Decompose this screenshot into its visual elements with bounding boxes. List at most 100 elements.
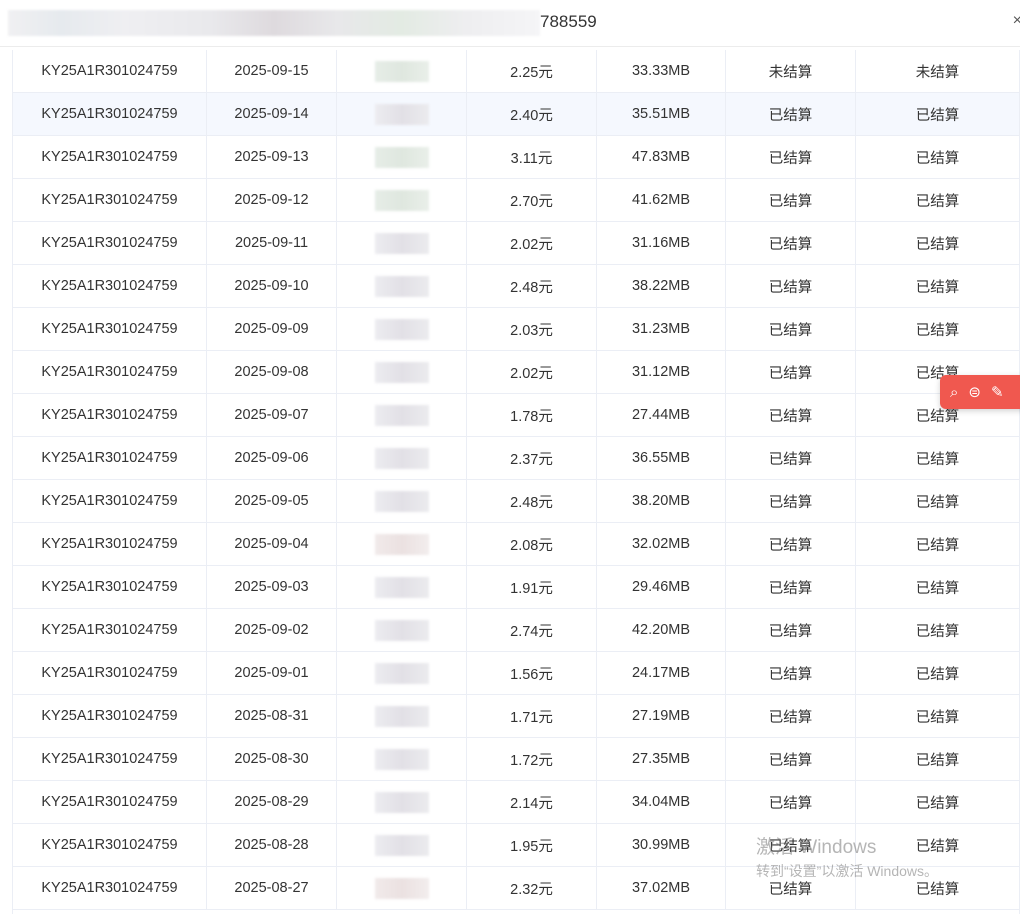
cell-amount: 2.25元 — [467, 50, 597, 92]
redacted-value — [374, 748, 429, 770]
cell-redacted — [337, 394, 467, 436]
cell-settlement-status: 已结算 — [915, 193, 960, 210]
cell-redacted — [337, 867, 467, 909]
cell-device-id: KY25A1R301024759 — [13, 824, 207, 866]
cell-redacted — [337, 136, 467, 178]
cell-date: 2025-09-11 — [207, 222, 337, 264]
magic-wand-icon[interactable]: ✎ — [991, 385, 1004, 400]
cell-device-id: KY25A1R301024759 — [13, 179, 207, 221]
title-bar: 788559 × — [0, 0, 1020, 47]
cell-redacted — [337, 50, 467, 92]
table-row[interactable]: KY25A1R301024759 2025-09-07 1.78元 27.44MB 已结… — [13, 394, 1019, 437]
cell-device-id: KY25A1R301024759 — [13, 738, 207, 780]
cell-status: 已结算 — [726, 695, 856, 737]
cell-date: 2025-09-06 — [207, 437, 337, 479]
cell-amount: 2.48元 — [467, 265, 597, 307]
cell-date: 2025-09-01 — [207, 652, 337, 694]
table-row[interactable]: KY25A1R301024759 2025-09-03 1.91元 29.46MB 已结… — [13, 566, 1019, 609]
cell-usage: 31.23MB — [597, 308, 726, 350]
cell-status: 未结算 — [726, 50, 856, 92]
cell-status: 已结算 — [726, 781, 856, 823]
chat-icon[interactable]: ⊜ — [968, 385, 981, 400]
cell-device-id: KY25A1R301024759 — [13, 394, 207, 436]
cell-redacted — [337, 179, 467, 221]
redacted-value — [374, 60, 429, 82]
cell-redacted — [337, 738, 467, 780]
cell-device-id: KY25A1R301024759 — [13, 566, 207, 608]
cell-date: 2025-09-14 — [207, 93, 337, 135]
table-row[interactable]: KY25A1R301024759 2025-09-11 2.02元 31.16MB 已结… — [13, 222, 1019, 265]
cell-date: 2025-09-05 — [207, 480, 337, 522]
cell-date: 2025-09-15 — [207, 50, 337, 92]
cell-settlement-status: 已结算 — [915, 494, 960, 511]
cell-amount: 2.74元 — [467, 609, 597, 651]
cell-amount: 3.11元 — [467, 136, 597, 178]
redacted-value — [374, 189, 429, 211]
table-row[interactable]: KY25A1R301024759 2025-08-31 1.71元 27.19MB 已结… — [13, 695, 1019, 738]
cell-amount: 2.08元 — [467, 523, 597, 565]
cell-settlement-status: 已结算 — [915, 279, 960, 296]
redacted-value — [374, 705, 429, 727]
cell-settlement-status: 已结算 — [915, 623, 960, 640]
cell-amount: 2.14元 — [467, 781, 597, 823]
table-body: KY25A1R301024759 2025-09-15 2.25元 33.33MB 未结… — [13, 50, 1019, 910]
cell-device-id: KY25A1R301024759 — [13, 437, 207, 479]
cell-device-id: KY25A1R301024759 — [13, 480, 207, 522]
redacted-value — [374, 404, 429, 426]
cell-redacted — [337, 609, 467, 651]
table-row[interactable]: KY25A1R301024759 2025-09-05 2.48元 38.20MB 已结… — [13, 480, 1019, 523]
cell-status: 已结算 — [726, 308, 856, 350]
table-row[interactable]: KY25A1R301024759 2025-09-01 1.56元 24.17MB 已结… — [13, 652, 1019, 695]
cell-redacted — [337, 695, 467, 737]
cell-date: 2025-08-28 — [207, 824, 337, 866]
table-row[interactable]: KY25A1R301024759 2025-09-13 3.11元 47.83MB 已结… — [13, 136, 1019, 179]
table-row[interactable]: KY25A1R301024759 2025-09-02 2.74元 42.20MB 已结… — [13, 609, 1019, 652]
table-row[interactable]: KY25A1R301024759 2025-09-14 2.40元 35.51MB 已结… — [13, 93, 1019, 136]
table-row[interactable]: KY25A1R301024759 2025-09-10 2.48元 38.22MB 已结… — [13, 265, 1019, 308]
table-row[interactable]: KY25A1R301024759 2025-08-27 2.32元 37.02MB 已结… — [13, 867, 1019, 910]
cell-date: 2025-08-30 — [207, 738, 337, 780]
cell-amount: 2.02元 — [467, 222, 597, 264]
table-row[interactable]: KY25A1R301024759 2025-08-30 1.72元 27.35MB 已结… — [13, 738, 1019, 781]
cell-settlement-status: 已结算 — [915, 451, 960, 468]
cell-device-id: KY25A1R301024759 — [13, 308, 207, 350]
cell-status: 已结算 — [726, 480, 856, 522]
redacted-value — [374, 103, 429, 125]
cell-usage: 27.35MB — [597, 738, 726, 780]
redacted-value — [374, 361, 429, 383]
cell-usage: 42.20MB — [597, 609, 726, 651]
cell-status: 已结算 — [726, 179, 856, 221]
cell-status: 已结算 — [726, 222, 856, 264]
cell-usage: 47.83MB — [597, 136, 726, 178]
table-row[interactable]: KY25A1R301024759 2025-09-12 2.70元 41.62MB 已结… — [13, 179, 1019, 222]
cell-date: 2025-09-09 — [207, 308, 337, 350]
cell-amount: 2.37元 — [467, 437, 597, 479]
cell-amount: 2.40元 — [467, 93, 597, 135]
cell-settlement-status: 已结算 — [915, 236, 960, 253]
cell-device-id: KY25A1R301024759 — [13, 265, 207, 307]
cell-redacted — [337, 652, 467, 694]
cell-redacted — [337, 351, 467, 393]
redacted-value — [374, 576, 429, 598]
table-row[interactable]: KY25A1R301024759 2025-08-29 2.14元 34.04MB 已结… — [13, 781, 1019, 824]
cell-device-id: KY25A1R301024759 — [13, 781, 207, 823]
cell-usage: 27.19MB — [597, 695, 726, 737]
redacted-value — [374, 834, 429, 856]
table-row[interactable]: KY25A1R301024759 2025-09-06 2.37元 36.55MB 已结… — [13, 437, 1019, 480]
cell-redacted — [337, 222, 467, 264]
search-icon[interactable]: ⌕ — [950, 385, 958, 400]
cell-amount: 2.48元 — [467, 480, 597, 522]
cell-usage: 33.33MB — [597, 50, 726, 92]
table-row[interactable]: KY25A1R301024759 2025-09-08 2.02元 31.12MB 已结… — [13, 351, 1019, 394]
cell-status: 已结算 — [726, 93, 856, 135]
table-row[interactable]: KY25A1R301024759 2025-09-09 2.03元 31.23MB 已结… — [13, 308, 1019, 351]
cell-settlement-status: 已结算 — [915, 666, 960, 683]
cell-status: 已结算 — [726, 265, 856, 307]
cell-usage: 32.02MB — [597, 523, 726, 565]
cell-settlement-status: 已结算 — [915, 752, 960, 769]
table-row[interactable]: KY25A1R301024759 2025-09-04 2.08元 32.02MB 已结… — [13, 523, 1019, 566]
table-row[interactable]: KY25A1R301024759 2025-09-15 2.25元 33.33MB 未结… — [13, 50, 1019, 93]
redacted-value — [374, 619, 429, 641]
table-row[interactable]: KY25A1R301024759 2025-08-28 1.95元 30.99MB 已结… — [13, 824, 1019, 867]
close-icon[interactable]: × — [1013, 12, 1020, 30]
